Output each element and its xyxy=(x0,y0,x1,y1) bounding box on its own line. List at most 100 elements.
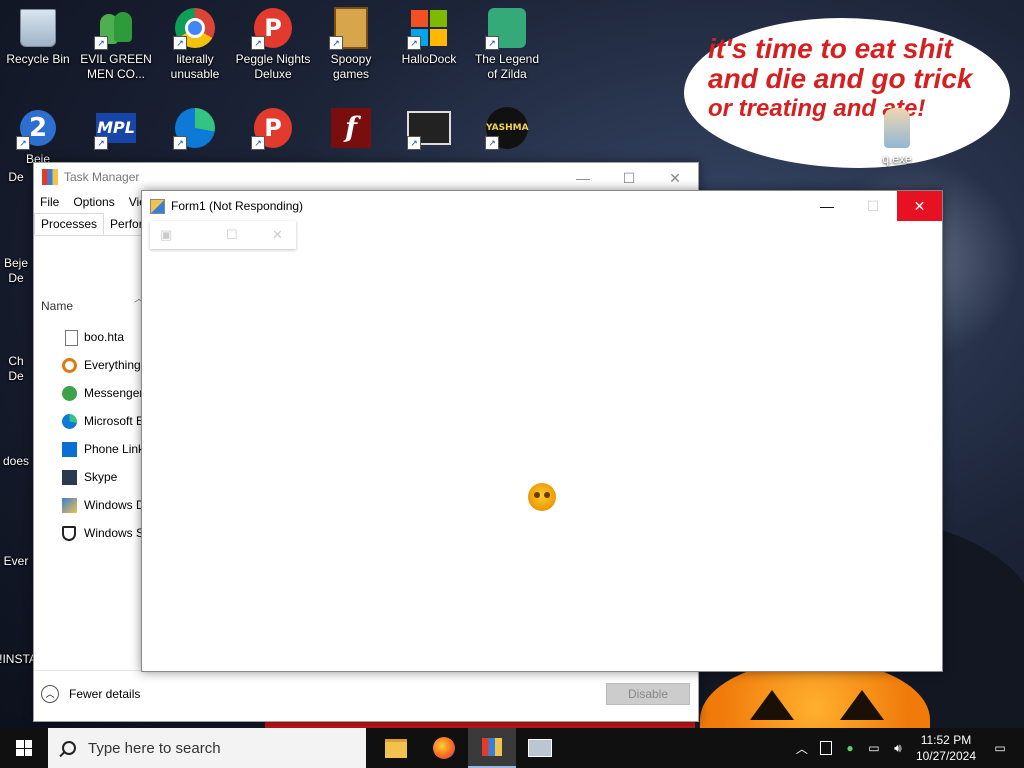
taskbar-firefox[interactable] xyxy=(420,728,468,768)
desktop-icon-q-exe[interactable]: q.exe xyxy=(872,108,922,166)
desktop-icon-yashma[interactable]: YASHMA ↗ xyxy=(469,106,545,152)
form1-titlebar[interactable]: Form1 (Not Responding) — ☐ ✕ xyxy=(142,191,942,221)
taskbar-file-explorer[interactable] xyxy=(372,728,420,768)
volume-icon[interactable]: 🔊︎ xyxy=(890,740,906,756)
windows-logo-icon xyxy=(16,740,32,756)
menu-options[interactable]: Options xyxy=(73,195,114,209)
desktop-icon-peggle-nights[interactable]: P ↗ Peggle Nights Deluxe xyxy=(235,6,311,82)
process-row[interactable]: Windows S xyxy=(34,519,144,547)
taskbar-clock[interactable]: 11:52 PM 10/27/2024 xyxy=(916,732,976,764)
desktop-partial-label: Ever xyxy=(3,554,29,568)
form1-window[interactable]: Form1 (Not Responding) — ☐ ✕ ▣ ☐ ✕ xyxy=(141,190,943,672)
fewer-details-label: Fewer details xyxy=(69,687,141,701)
ghost-window-titlebar: ▣ ☐ ✕ xyxy=(150,221,296,249)
desktop-icon-literally-unusable[interactable]: ↗ literally unusable xyxy=(157,6,233,82)
form1-app-icon xyxy=(150,198,165,214)
chevron-up-icon[interactable]: ︿ xyxy=(794,740,810,756)
process-row[interactable]: Messenger xyxy=(34,379,144,407)
desktop-icon-bejeweled[interactable]: 2 ↗ Beje xyxy=(0,106,76,167)
windows-defender-icon xyxy=(62,498,77,513)
close-button[interactable]: ✕ xyxy=(897,191,942,221)
column-header-name[interactable]: Name xyxy=(34,299,151,319)
search-placeholder: Type here to search xyxy=(88,739,221,757)
menu-file[interactable]: File xyxy=(40,195,59,209)
ghost-app-icon: ▣ xyxy=(160,227,173,242)
desktop-icon-label: The Legend of Zilda xyxy=(474,52,540,81)
process-name: Messenger xyxy=(84,386,144,400)
ghost-close-icon: ✕ xyxy=(272,227,283,242)
desktop-icon-rdp[interactable]: ↗ xyxy=(391,106,467,152)
shortcut-arrow-icon: ↗ xyxy=(173,136,187,150)
start-button[interactable] xyxy=(0,728,48,768)
task-manager-icon xyxy=(42,169,58,185)
disable-button[interactable]: Disable xyxy=(606,683,690,705)
process-name: Windows D xyxy=(84,498,145,512)
shortcut-arrow-icon: ↗ xyxy=(407,136,421,150)
window-title: Task Manager xyxy=(64,170,140,184)
process-row[interactable]: boo.hta xyxy=(34,323,144,351)
skype-icon xyxy=(62,470,77,485)
close-button[interactable]: ✕ xyxy=(652,163,698,193)
taskbar: Type here to search ︿ ● ▭ 🔊︎ 11:52 PM 10… xyxy=(0,728,1024,768)
process-row[interactable]: Windows D xyxy=(34,491,145,519)
desktop-icon-label: Recycle Bin xyxy=(6,52,70,66)
tab-processes[interactable]: Processes xyxy=(34,213,105,235)
desktop-partial-label: does xyxy=(2,454,30,468)
system-tray: ︿ ● ▭ 🔊︎ 11:52 PM 10/27/2024 ▭ xyxy=(790,728,1024,768)
desktop-icon-label: Peggle Nights Deluxe xyxy=(235,52,311,81)
desktop-icon-legend-of-zilda[interactable]: ↗ The Legend of Zilda xyxy=(469,6,545,82)
minimize-button[interactable]: — xyxy=(560,163,606,193)
desktop-icon-evil-green-men[interactable]: ↗ EVIL GREEN MEN CO... xyxy=(78,6,154,82)
people-icon[interactable]: ● xyxy=(842,740,858,756)
task-manager-footer: ︿ Fewer details Disable xyxy=(34,670,698,721)
desktop-icon-spoopy-games[interactable]: ↗ Spoopy games xyxy=(313,6,389,82)
shortcut-arrow-icon: ↗ xyxy=(485,36,499,50)
shortcut-arrow-icon: ↗ xyxy=(329,36,343,50)
flash-icon: f xyxy=(331,108,371,148)
ghost-maximize-icon: ☐ xyxy=(226,227,238,242)
desktop-icon-label: HalloDock xyxy=(401,52,457,66)
file-icon xyxy=(65,330,78,346)
desktop-icon-mpl[interactable]: MPL ↗ xyxy=(78,106,154,152)
chevron-up-icon: ︿ xyxy=(41,685,59,703)
pumpkin-eye xyxy=(840,690,884,720)
process-name: Phone Link xyxy=(84,442,145,456)
phone-link-icon xyxy=(62,442,77,457)
desktop-icon-hallodock[interactable]: ↗ HalloDock xyxy=(391,6,467,67)
tray-app-icon[interactable] xyxy=(818,740,834,756)
file-explorer-icon xyxy=(385,738,407,758)
desktop-icon-peggle[interactable]: P ↗ xyxy=(235,106,311,152)
desktop-icon-flash[interactable]: f xyxy=(313,106,389,152)
process-row[interactable]: Everything xyxy=(34,351,144,379)
process-name: Everything xyxy=(84,358,141,372)
maximize-button[interactable]: ☐ xyxy=(850,191,896,221)
taskbar-form1[interactable] xyxy=(516,728,564,768)
process-list: boo.hta Everything Messenger Microsoft E… xyxy=(34,323,145,547)
shield-icon xyxy=(62,526,76,541)
process-row[interactable]: Phone Link xyxy=(34,435,144,463)
desktop-icon-recycle-bin[interactable]: Recycle Bin xyxy=(0,6,76,67)
minimize-button[interactable]: — xyxy=(804,191,850,221)
bubble-line: it's time to eat shit xyxy=(708,33,953,64)
shortcut-arrow-icon: ↗ xyxy=(173,36,187,50)
fewer-details-button[interactable]: ︿ Fewer details xyxy=(41,685,140,703)
desktop-partial-label: De xyxy=(8,170,24,184)
network-icon[interactable]: ▭ xyxy=(866,740,882,756)
shortcut-arrow-icon: ↗ xyxy=(251,136,265,150)
desktop-partial-label: Ch De xyxy=(8,354,24,383)
taskbar-search[interactable]: Type here to search xyxy=(48,728,366,768)
speech-bubble-text: it's time to eat shit and die and go tri… xyxy=(708,34,998,124)
taskbar-task-manager[interactable] xyxy=(468,728,516,768)
process-row[interactable]: Microsoft E xyxy=(34,407,144,435)
desktop-icon-edge[interactable]: ↗ xyxy=(157,106,233,152)
task-manager-titlebar[interactable]: Task Manager — ☐ ✕ xyxy=(34,163,698,191)
maximize-button[interactable]: ☐ xyxy=(606,163,652,193)
process-name: Windows S xyxy=(84,526,145,540)
notification-icon[interactable]: ▭ xyxy=(992,740,1008,756)
firefox-icon xyxy=(433,737,455,759)
clock-time: 11:52 PM xyxy=(920,733,972,747)
desktop-icon-label: literally unusable xyxy=(170,52,220,81)
shortcut-arrow-icon: ↗ xyxy=(251,36,265,50)
pumpkin-eye xyxy=(750,690,794,720)
process-row[interactable]: Skype xyxy=(34,463,144,491)
